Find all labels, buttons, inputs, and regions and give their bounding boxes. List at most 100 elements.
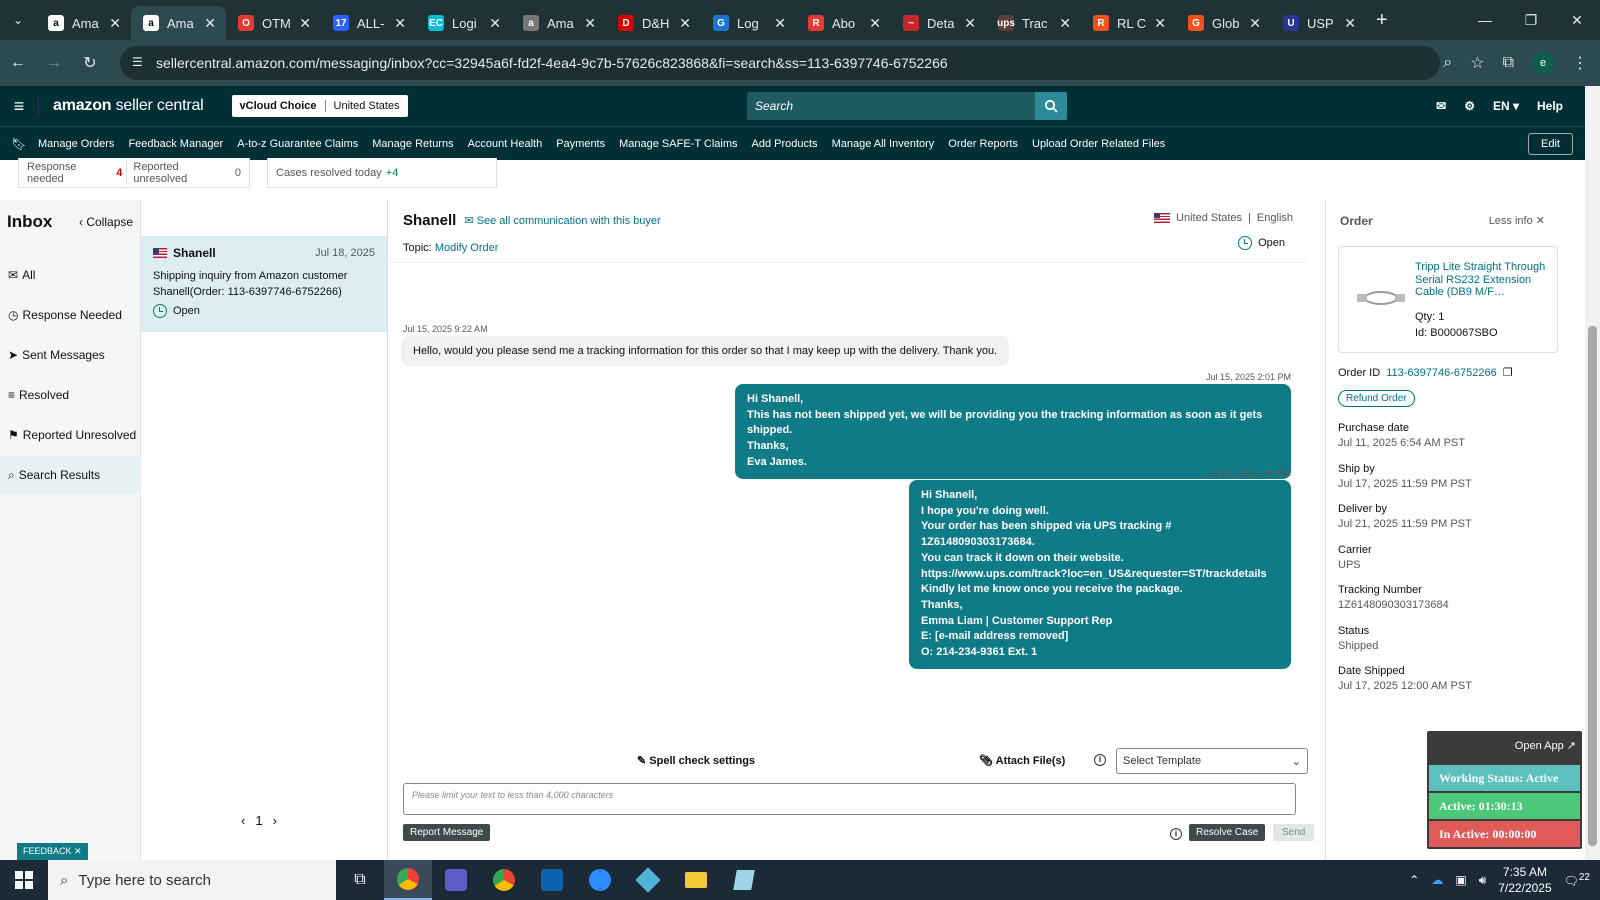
browser-tab[interactable]: D D&H ✕ bbox=[606, 6, 701, 40]
nav-link[interactable]: Payments bbox=[556, 138, 605, 150]
nav-link[interactable]: Manage All Inventory bbox=[832, 138, 935, 150]
task-view-icon[interactable]: ⧉ bbox=[336, 860, 384, 900]
nav-link[interactable]: Order Reports bbox=[948, 138, 1018, 150]
browser-menu-icon[interactable]: ⋮ bbox=[1572, 53, 1588, 73]
profile-avatar[interactable]: e bbox=[1532, 52, 1554, 74]
bookmark-star-icon[interactable]: ☆ bbox=[1470, 53, 1484, 73]
language-selector[interactable]: EN ▾ bbox=[1493, 99, 1519, 113]
close-tab-icon[interactable]: ✕ bbox=[584, 15, 596, 32]
inbox-response-needed[interactable]: ◷ Response Needed bbox=[0, 296, 141, 334]
url-bar[interactable]: ☰ sellercentral.amazon.com/messaging/inb… bbox=[120, 46, 1440, 80]
close-tab-icon[interactable]: ✕ bbox=[299, 15, 311, 32]
response-needed-count[interactable]: 4 bbox=[116, 167, 122, 179]
minimize-button[interactable]: — bbox=[1462, 0, 1508, 40]
reported-unresolved-count[interactable]: 0 bbox=[235, 167, 241, 179]
notification-center-icon[interactable]: 🗨︎22 bbox=[1564, 872, 1590, 888]
product-title-link[interactable]: Tripp Lite Straight Through Serial RS232… bbox=[1415, 261, 1551, 299]
browser-tab[interactable]: ~ Deta ✕ bbox=[891, 6, 986, 40]
mail-icon[interactable]: ✉ bbox=[1436, 99, 1446, 113]
send-button[interactable]: Send bbox=[1273, 824, 1315, 841]
template-select[interactable]: Select Template ⌄ bbox=[1116, 748, 1308, 774]
browser-tab[interactable]: O OTM ✕ bbox=[226, 6, 321, 40]
close-tab-icon[interactable]: ✕ bbox=[679, 15, 691, 32]
nav-link[interactable]: A-to-z Guarantee Claims bbox=[237, 138, 358, 150]
back-button[interactable]: ← bbox=[0, 45, 36, 81]
next-page-button[interactable]: › bbox=[273, 813, 277, 828]
close-tab-icon[interactable]: ✕ bbox=[1249, 15, 1261, 32]
network-icon[interactable]: ▣ bbox=[1455, 873, 1466, 887]
onedrive-icon[interactable]: ☁ bbox=[1431, 873, 1443, 887]
close-tab-icon[interactable]: ✕ bbox=[1059, 15, 1071, 32]
nav-link[interactable]: Manage Orders bbox=[38, 138, 114, 150]
browser-tab[interactable]: ups Trac ✕ bbox=[986, 6, 1081, 40]
inbox-search-results[interactable]: ⌕ Search Results bbox=[0, 456, 141, 494]
zoom-icon[interactable]: ⌕ bbox=[1443, 54, 1452, 72]
browser-tab[interactable]: G Log ✕ bbox=[701, 6, 796, 40]
nav-link[interactable]: Manage Returns bbox=[372, 138, 453, 150]
report-message-button[interactable]: Report Message bbox=[403, 824, 491, 841]
topic-link[interactable]: Modify Order bbox=[435, 242, 499, 254]
app-taskbar-icon[interactable] bbox=[624, 860, 672, 900]
close-tab-icon[interactable]: ✕ bbox=[869, 15, 881, 32]
edit-nav-button[interactable]: Edit bbox=[1528, 133, 1573, 155]
search-input[interactable]: Search bbox=[747, 92, 1035, 120]
close-window-button[interactable]: ✕ bbox=[1554, 0, 1600, 40]
inbox-reported-unresolved[interactable]: ⚑ Reported Unresolved bbox=[0, 416, 141, 454]
inbox-resolved[interactable]: ≡ Resolved bbox=[0, 376, 141, 414]
close-tab-icon[interactable]: ✕ bbox=[964, 15, 976, 32]
copy-icon[interactable]: ❐ bbox=[1503, 366, 1513, 379]
open-app-link[interactable]: Open App ↗ bbox=[1515, 739, 1576, 752]
outlook-taskbar-icon[interactable] bbox=[528, 860, 576, 900]
browser-tab[interactable]: a Ama ✕ bbox=[36, 6, 131, 40]
info-icon[interactable]: i bbox=[1170, 828, 1182, 840]
browser-tab[interactable]: 17 ALL- ✕ bbox=[321, 6, 416, 40]
nav-link[interactable]: Add Products bbox=[752, 138, 818, 150]
browser-tab[interactable]: EC Logi ✕ bbox=[416, 6, 511, 40]
see-all-communication-link[interactable]: ✉ See all communication with this buyer bbox=[464, 214, 660, 227]
close-tab-icon[interactable]: ✕ bbox=[394, 15, 406, 32]
chrome-taskbar-icon[interactable] bbox=[384, 860, 432, 900]
search-button[interactable] bbox=[1035, 92, 1067, 120]
conversation-card[interactable]: Shanell Jul 18, 2025 Shipping inquiry fr… bbox=[141, 236, 387, 332]
teams-taskbar-icon[interactable] bbox=[432, 860, 480, 900]
nav-link[interactable]: Feedback Manager bbox=[128, 138, 223, 150]
chrome-profile-taskbar-icon[interactable] bbox=[480, 860, 528, 900]
order-id-link[interactable]: 113-6397746-6752266 bbox=[1386, 367, 1497, 379]
store-selector[interactable]: vCloud Choice United States bbox=[231, 95, 408, 117]
page-scrollbar[interactable] bbox=[1585, 86, 1600, 860]
seller-central-logo[interactable]: amazon seller central bbox=[38, 97, 204, 115]
help-link[interactable]: Help bbox=[1537, 99, 1563, 113]
start-button[interactable] bbox=[0, 860, 48, 900]
extensions-icon[interactable]: ⧉ bbox=[1503, 54, 1514, 72]
refund-order-button[interactable]: Refund Order bbox=[1338, 390, 1415, 407]
close-tab-icon[interactable]: ✕ bbox=[1344, 15, 1356, 32]
collapse-button[interactable]: ‹ Collapse bbox=[79, 215, 133, 229]
browser-tab[interactable]: G Glob ✕ bbox=[1176, 6, 1271, 40]
close-tab-icon[interactable]: ✕ bbox=[774, 15, 786, 32]
attach-files-button[interactable]: 📎︎ Attach File(s) bbox=[979, 754, 1065, 767]
restore-button[interactable]: ❐ bbox=[1508, 0, 1554, 40]
close-tab-icon[interactable]: ✕ bbox=[204, 15, 216, 32]
reload-button[interactable]: ↻ bbox=[72, 45, 108, 81]
message-textarea[interactable]: Please limit your text to less than 4,00… bbox=[403, 783, 1296, 815]
prev-page-button[interactable]: ‹ bbox=[241, 813, 245, 828]
taskbar-search[interactable]: ⌕ Type here to search bbox=[48, 860, 336, 900]
tab-search-button[interactable]: ⌄ bbox=[0, 0, 36, 40]
bookmark-icon[interactable]: 🔖︎ bbox=[0, 137, 38, 151]
zoom-taskbar-icon[interactable] bbox=[576, 860, 624, 900]
less-info-button[interactable]: Less info ✕ bbox=[1489, 214, 1545, 227]
browser-tab[interactable]: a Ama ✕ bbox=[131, 6, 226, 40]
new-tab-button[interactable]: + bbox=[1376, 9, 1388, 32]
site-info-icon[interactable]: ☰ bbox=[132, 55, 148, 71]
nav-link[interactable]: Account Health bbox=[468, 138, 543, 150]
resolve-case-button[interactable]: Resolve Case bbox=[1189, 824, 1266, 841]
nav-link[interactable]: Upload Order Related Files bbox=[1032, 138, 1165, 150]
browser-tab[interactable]: U USP ✕ bbox=[1271, 6, 1366, 40]
spell-check-settings[interactable]: ✎ Spell check settings bbox=[637, 754, 755, 767]
feedback-button[interactable]: FEEDBACK ✕ bbox=[17, 843, 88, 860]
inbox-all[interactable]: ✉ All bbox=[0, 256, 141, 294]
browser-tab[interactable]: R RL C ✕ bbox=[1081, 6, 1176, 40]
close-tab-icon[interactable]: ✕ bbox=[1154, 15, 1166, 32]
browser-tab[interactable]: R Abo ✕ bbox=[796, 6, 891, 40]
taskbar-clock[interactable]: 7:35 AM 7/22/2025 bbox=[1498, 864, 1551, 896]
